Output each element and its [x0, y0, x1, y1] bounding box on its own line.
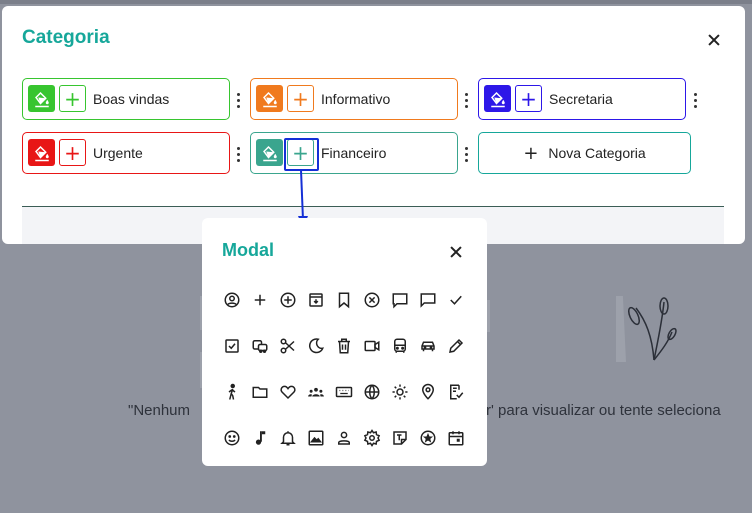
- star-circle-icon[interactable]: [414, 424, 442, 452]
- globe-icon[interactable]: [358, 378, 386, 406]
- close-circle-icon[interactable]: [358, 286, 386, 314]
- scissors-icon[interactable]: [274, 332, 302, 360]
- check-icon[interactable]: [442, 286, 470, 314]
- ghost-card: [487, 300, 490, 332]
- plant-illustration-icon: [616, 296, 677, 362]
- add-icon-button[interactable]: +: [59, 85, 86, 112]
- empty-state-text-left: "Nenhum: [128, 402, 191, 419]
- pencil-icon[interactable]: [442, 332, 470, 360]
- video-icon[interactable]: [358, 332, 386, 360]
- settings-icon[interactable]: [358, 424, 386, 452]
- kebab-menu-icon[interactable]: [234, 90, 244, 110]
- music-note-icon[interactable]: [246, 424, 274, 452]
- folder-icon[interactable]: [246, 378, 274, 406]
- category-name: Urgente: [93, 145, 143, 161]
- trash-icon[interactable]: [330, 332, 358, 360]
- category-name: Financeiro: [321, 145, 387, 161]
- account-circle-icon[interactable]: [218, 286, 246, 314]
- image-icon[interactable]: [302, 424, 330, 452]
- add-icon-button[interactable]: +: [515, 85, 542, 112]
- text-box-icon[interactable]: [386, 424, 414, 452]
- archive-icon[interactable]: [302, 286, 330, 314]
- plus-circle-icon[interactable]: [274, 286, 302, 314]
- paint-bucket-icon[interactable]: [28, 139, 55, 166]
- category-name: Boas vindas: [93, 91, 170, 107]
- walk-icon[interactable]: [218, 378, 246, 406]
- categoria-modal-title: Categoria: [22, 27, 110, 48]
- icon-picker-modal: Modal: [202, 218, 487, 466]
- background-top-strip: [0, 0, 752, 4]
- bus-icon[interactable]: [386, 332, 414, 360]
- add-icon-button[interactable]: +: [59, 139, 86, 166]
- group-icon[interactable]: [302, 378, 330, 406]
- bell-icon[interactable]: [274, 424, 302, 452]
- paint-bucket-icon[interactable]: [484, 85, 511, 112]
- user-icon[interactable]: [330, 424, 358, 452]
- category-secretaria[interactable]: + Secretaria: [478, 78, 686, 120]
- smile-icon[interactable]: [218, 424, 246, 452]
- kebab-menu-icon[interactable]: [234, 144, 244, 164]
- car-icon[interactable]: [414, 332, 442, 360]
- paint-bucket-icon[interactable]: [28, 85, 55, 112]
- kebab-menu-icon[interactable]: [462, 144, 472, 164]
- heart-icon[interactable]: [274, 378, 302, 406]
- categoria-modal: Categoria + Boas vindas + Informativo + …: [2, 6, 745, 244]
- kebab-menu-icon[interactable]: [691, 90, 701, 110]
- icon-grid: [218, 286, 470, 470]
- map-pin-icon[interactable]: [414, 378, 442, 406]
- paint-bucket-icon[interactable]: [256, 85, 283, 112]
- highlight-box: [284, 138, 319, 171]
- keyboard-icon[interactable]: [330, 378, 358, 406]
- category-financeiro[interactable]: + Financeiro: [250, 132, 458, 174]
- comment-icon[interactable]: [386, 286, 414, 314]
- category-name: Informativo: [321, 91, 391, 107]
- plus-icon: +: [523, 142, 539, 164]
- kebab-menu-icon[interactable]: [462, 90, 472, 110]
- bookmark-icon[interactable]: [330, 286, 358, 314]
- moon-icon[interactable]: [302, 332, 330, 360]
- add-icon-button[interactable]: +: [287, 85, 314, 112]
- category-informativo[interactable]: + Informativo: [250, 78, 458, 120]
- nova-categoria-button[interactable]: + Nova Categoria: [478, 132, 691, 174]
- calendar-icon[interactable]: [442, 424, 470, 452]
- close-icon-modal-button[interactable]: [447, 243, 465, 261]
- paint-bucket-icon[interactable]: [256, 139, 283, 166]
- category-urgente[interactable]: + Urgente: [22, 132, 230, 174]
- close-categoria-button[interactable]: [705, 31, 723, 49]
- checkbox-icon[interactable]: [218, 332, 246, 360]
- category-name: Secretaria: [549, 91, 613, 107]
- sun-icon[interactable]: [386, 378, 414, 406]
- icon-modal-title: Modal: [222, 240, 274, 260]
- category-boas-vindas[interactable]: + Boas vindas: [22, 78, 230, 120]
- nova-categoria-label: Nova Categoria: [548, 145, 646, 161]
- chat-icon[interactable]: [414, 286, 442, 314]
- plus-icon[interactable]: [246, 286, 274, 314]
- bus-car-icon[interactable]: [246, 332, 274, 360]
- empty-state-text-right: r' para visualizar ou tente seleciona: [486, 402, 721, 419]
- document-check-icon[interactable]: [442, 378, 470, 406]
